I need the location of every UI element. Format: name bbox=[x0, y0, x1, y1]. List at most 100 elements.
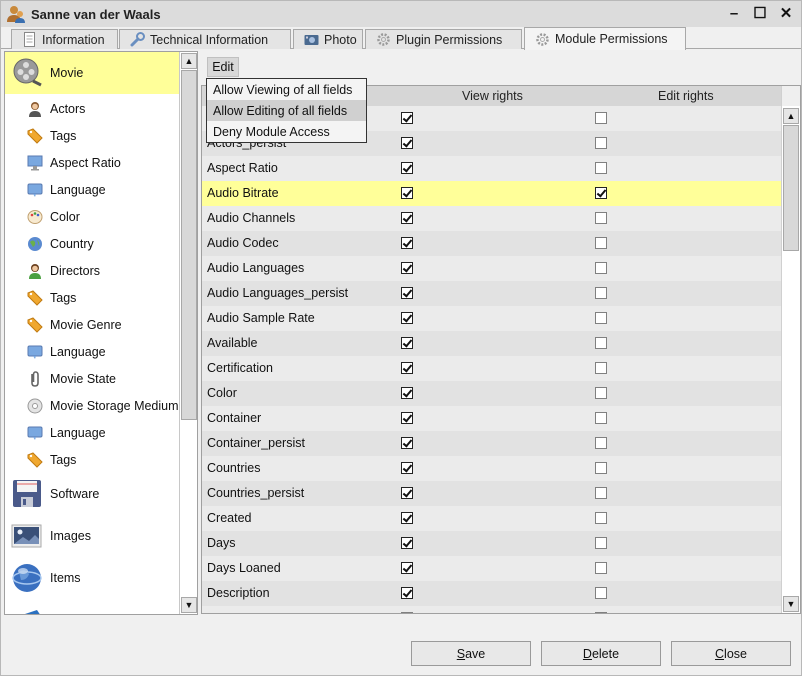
table-row[interactable]: Audio Codec bbox=[202, 231, 782, 256]
scroll-down-button[interactable]: ▼ bbox=[783, 596, 799, 612]
sidebar-module-items[interactable]: Items bbox=[5, 557, 181, 599]
view-rights-checkbox[interactable] bbox=[401, 237, 413, 249]
edit-rights-checkbox[interactable] bbox=[595, 337, 607, 349]
table-row[interactable]: Container bbox=[202, 406, 782, 431]
view-rights-checkbox[interactable] bbox=[401, 612, 413, 613]
view-rights-checkbox[interactable] bbox=[401, 412, 413, 424]
view-rights-checkbox[interactable] bbox=[401, 212, 413, 224]
edit-rights-checkbox[interactable] bbox=[595, 262, 607, 274]
maximize-button[interactable]: ☐ bbox=[753, 4, 767, 22]
edit-rights-checkbox[interactable] bbox=[595, 162, 607, 174]
edit-rights-checkbox[interactable] bbox=[595, 512, 607, 524]
save-button[interactable]: Save bbox=[411, 641, 531, 666]
close-window-button[interactable]: ✕ bbox=[779, 4, 793, 22]
edit-rights-checkbox[interactable] bbox=[595, 412, 607, 424]
tab-photo[interactable]: Photo bbox=[293, 29, 363, 49]
edit-rights-checkbox[interactable] bbox=[595, 237, 607, 249]
edit-rights-checkbox[interactable] bbox=[595, 137, 607, 149]
table-row[interactable] bbox=[202, 606, 782, 613]
tab-information[interactable]: Information bbox=[11, 29, 118, 49]
view-rights-checkbox[interactable] bbox=[401, 512, 413, 524]
column-header-edit-rights[interactable]: Edit rights bbox=[658, 89, 714, 103]
sidebar-scrollbar[interactable]: ▲ ▼ bbox=[179, 52, 197, 614]
view-rights-checkbox[interactable] bbox=[401, 287, 413, 299]
view-rights-checkbox[interactable] bbox=[401, 187, 413, 199]
view-rights-checkbox[interactable] bbox=[401, 262, 413, 274]
sidebar-item-tags[interactable]: Tags bbox=[5, 122, 181, 149]
scroll-thumb[interactable] bbox=[181, 70, 197, 420]
column-header-view-rights[interactable]: View rights bbox=[462, 89, 523, 103]
sidebar-item-country[interactable]: Country bbox=[5, 230, 181, 257]
table-row[interactable]: Color bbox=[202, 381, 782, 406]
view-rights-checkbox[interactable] bbox=[401, 387, 413, 399]
table-row[interactable]: Created bbox=[202, 506, 782, 531]
edit-rights-checkbox[interactable] bbox=[595, 212, 607, 224]
view-rights-checkbox[interactable] bbox=[401, 587, 413, 599]
menu-item-deny-access[interactable]: Deny Module Access bbox=[207, 121, 366, 142]
table-row[interactable]: Container_persist bbox=[202, 431, 782, 456]
table-row[interactable]: Countries_persist bbox=[202, 481, 782, 506]
table-row[interactable]: Audio Languages bbox=[202, 256, 782, 281]
tab-plugin-permissions[interactable]: Plugin Permissions bbox=[365, 29, 522, 49]
table-row[interactable]: Days Loaned bbox=[202, 556, 782, 581]
sidebar-item-tags[interactable]: Tags bbox=[5, 446, 181, 473]
scroll-up-button[interactable]: ▲ bbox=[181, 53, 197, 69]
sidebar-item-aspect-ratio[interactable]: Aspect Ratio bbox=[5, 149, 181, 176]
edit-rights-checkbox[interactable] bbox=[595, 487, 607, 499]
sidebar-item-actors[interactable]: Actors bbox=[5, 95, 181, 122]
table-row[interactable]: Aspect Ratio bbox=[202, 156, 782, 181]
sidebar-module-next[interactable] bbox=[5, 599, 181, 614]
table-row[interactable]: Countries bbox=[202, 456, 782, 481]
edit-rights-checkbox[interactable] bbox=[595, 537, 607, 549]
table-row[interactable]: Available bbox=[202, 331, 782, 356]
edit-rights-checkbox[interactable] bbox=[595, 312, 607, 324]
scroll-up-button[interactable]: ▲ bbox=[783, 108, 799, 124]
sidebar-item-language[interactable]: Language bbox=[5, 419, 181, 446]
view-rights-checkbox[interactable] bbox=[401, 337, 413, 349]
view-rights-checkbox[interactable] bbox=[401, 537, 413, 549]
edit-rights-checkbox[interactable] bbox=[595, 362, 607, 374]
close-button[interactable]: Close bbox=[671, 641, 791, 666]
menu-item-allow-viewing[interactable]: Allow Viewing of all fields bbox=[207, 79, 366, 100]
view-rights-checkbox[interactable] bbox=[401, 137, 413, 149]
edit-rights-checkbox[interactable] bbox=[595, 462, 607, 474]
sidebar-item-directors[interactable]: Directors bbox=[5, 257, 181, 284]
sidebar-module-images[interactable]: Images bbox=[5, 515, 181, 557]
table-row[interactable]: Audio Languages_persist bbox=[202, 281, 782, 306]
sidebar-module-software[interactable]: Software bbox=[5, 473, 181, 515]
edit-menu-button[interactable]: Edit bbox=[207, 57, 239, 77]
table-row[interactable]: Certification bbox=[202, 356, 782, 381]
scroll-down-button[interactable]: ▼ bbox=[181, 597, 197, 613]
sidebar-module-movie[interactable]: Movie bbox=[5, 52, 181, 94]
minimize-button[interactable]: – bbox=[727, 5, 741, 22]
table-row[interactable]: Audio Bitrate bbox=[202, 181, 782, 206]
edit-rights-checkbox[interactable] bbox=[595, 587, 607, 599]
sidebar-item-color[interactable]: Color bbox=[5, 203, 181, 230]
view-rights-checkbox[interactable] bbox=[401, 112, 413, 124]
view-rights-checkbox[interactable] bbox=[401, 362, 413, 374]
edit-rights-checkbox[interactable] bbox=[595, 562, 607, 574]
edit-rights-checkbox[interactable] bbox=[595, 387, 607, 399]
table-row[interactable]: Audio Sample Rate bbox=[202, 306, 782, 331]
view-rights-checkbox[interactable] bbox=[401, 162, 413, 174]
sidebar-item-movie-state[interactable]: Movie State bbox=[5, 365, 181, 392]
sidebar-item-movie-genre[interactable]: Movie Genre bbox=[5, 311, 181, 338]
table-row[interactable]: Days bbox=[202, 531, 782, 556]
sidebar-item-language[interactable]: Language bbox=[5, 176, 181, 203]
sidebar-item-movie-storage-medium[interactable]: Movie Storage Medium bbox=[5, 392, 181, 419]
edit-rights-checkbox[interactable] bbox=[595, 112, 607, 124]
delete-button[interactable]: Delete bbox=[541, 641, 661, 666]
sidebar-item-tags[interactable]: Tags bbox=[5, 284, 181, 311]
menu-item-allow-editing[interactable]: Allow Editing of all fields bbox=[207, 100, 366, 121]
table-row[interactable]: Audio Channels bbox=[202, 206, 782, 231]
edit-rights-checkbox[interactable] bbox=[595, 287, 607, 299]
tab-technical-information[interactable]: Technical Information bbox=[119, 29, 291, 49]
view-rights-checkbox[interactable] bbox=[401, 312, 413, 324]
edit-rights-checkbox[interactable] bbox=[595, 187, 607, 199]
sidebar-item-language[interactable]: Language bbox=[5, 338, 181, 365]
table-scrollbar[interactable]: ▲ ▼ bbox=[781, 86, 800, 613]
tab-module-permissions[interactable]: Module Permissions bbox=[524, 27, 686, 50]
view-rights-checkbox[interactable] bbox=[401, 437, 413, 449]
view-rights-checkbox[interactable] bbox=[401, 462, 413, 474]
edit-rights-checkbox[interactable] bbox=[595, 612, 607, 613]
